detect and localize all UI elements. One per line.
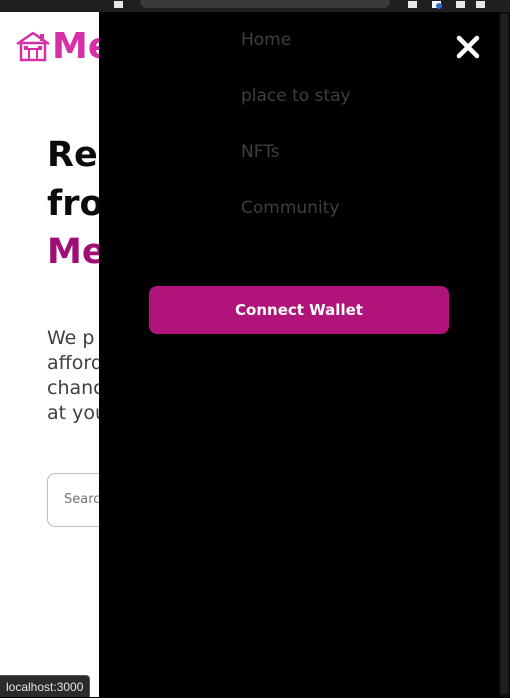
description-line: afford bbox=[47, 352, 99, 374]
link-status-bar: localhost:3000 bbox=[0, 675, 91, 697]
description-line: We p bbox=[47, 327, 95, 349]
nav-item-nfts[interactable]: NFTs bbox=[241, 142, 280, 162]
scrollbar-thumb[interactable] bbox=[501, 14, 508, 694]
tab-icon[interactable] bbox=[114, 1, 123, 8]
nav-item-place-to-stay[interactable]: place to stay bbox=[241, 86, 351, 106]
mobile-nav-overlay bbox=[99, 12, 499, 697]
description-line: at you bbox=[47, 402, 99, 424]
hero-description: We p afford chanc at you bbox=[47, 326, 99, 426]
description-line: chanc bbox=[47, 377, 99, 399]
extension-icon[interactable] bbox=[456, 1, 465, 8]
nav-item-home[interactable]: Home bbox=[241, 30, 291, 50]
hero-title-highlight: Me bbox=[47, 232, 99, 272]
nav-item-community[interactable]: Community bbox=[241, 198, 339, 218]
connect-wallet-button[interactable]: Connect Wallet bbox=[149, 286, 449, 334]
search-input[interactable] bbox=[64, 492, 99, 507]
extension-icon[interactable] bbox=[408, 1, 417, 8]
house-icon[interactable] bbox=[15, 30, 51, 62]
browser-toolbar-strip bbox=[0, 0, 510, 12]
menu-icon[interactable] bbox=[476, 1, 485, 8]
hero-title-line-2: fro bbox=[47, 184, 99, 224]
search-field[interactable] bbox=[47, 473, 99, 527]
address-bar[interactable] bbox=[140, 0, 390, 8]
hero-title-line-1: Re bbox=[47, 135, 98, 175]
brand-name[interactable]: Me bbox=[52, 26, 99, 67]
home-page: Me Re fro Me We p afford chanc at you bbox=[0, 12, 99, 697]
scrollbar[interactable] bbox=[499, 12, 510, 697]
close-icon[interactable] bbox=[455, 34, 481, 60]
profile-badge-icon bbox=[436, 3, 442, 9]
